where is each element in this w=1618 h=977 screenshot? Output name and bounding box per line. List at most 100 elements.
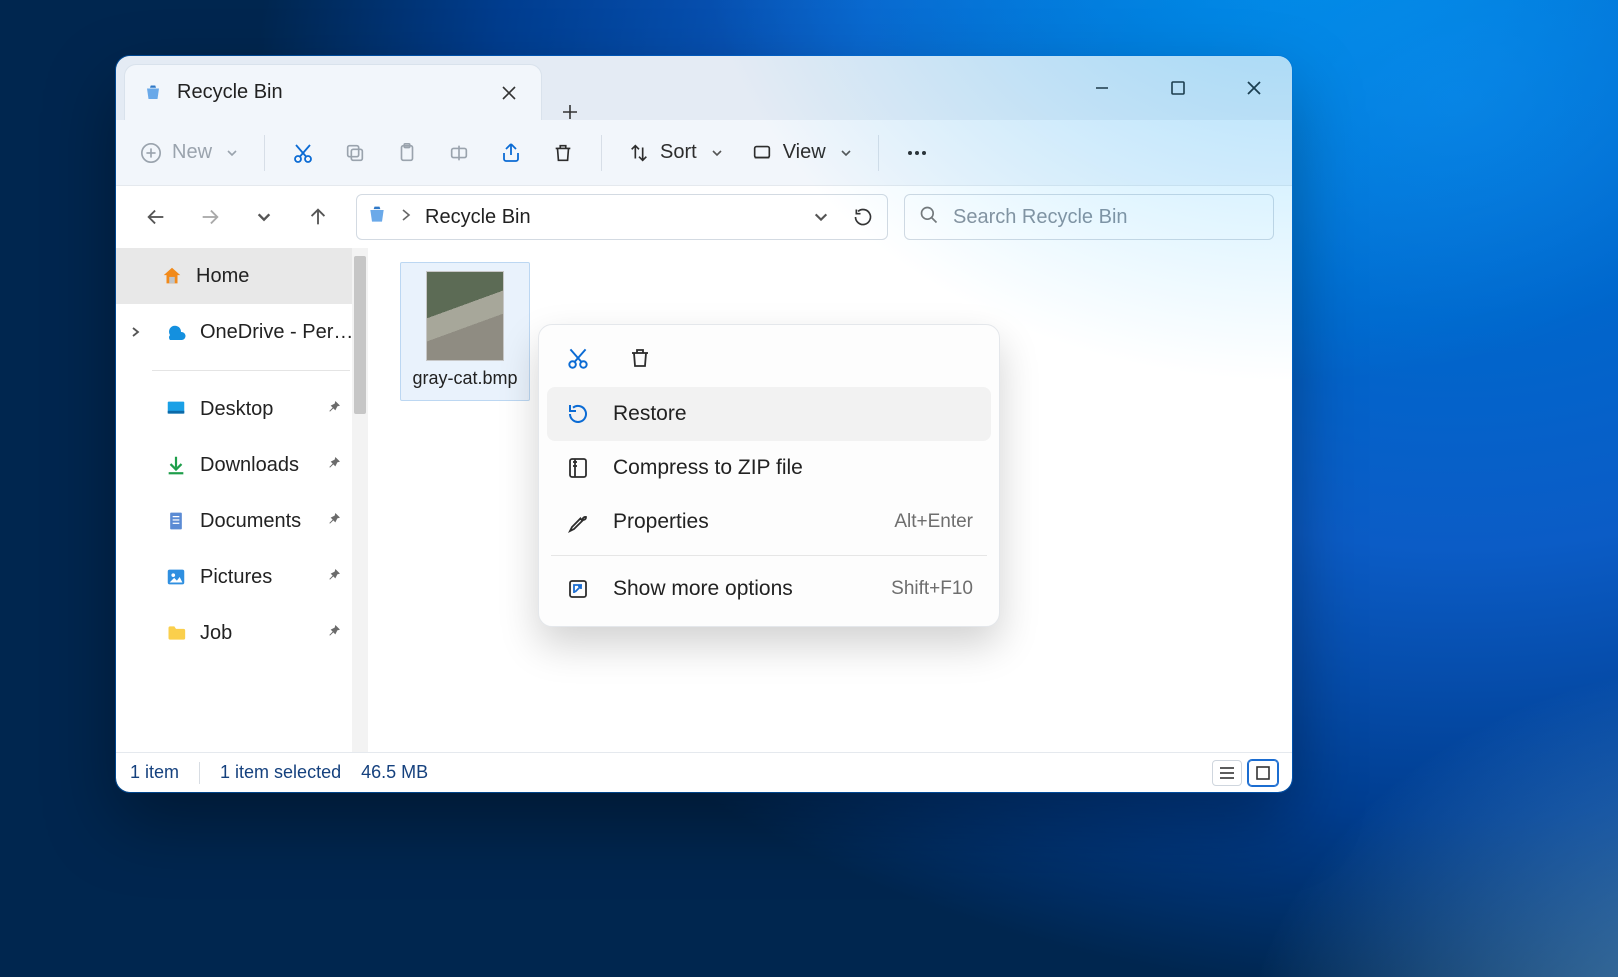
title-bar: Recycle Bin bbox=[116, 56, 1292, 120]
sidebar-item-job[interactable]: Job bbox=[116, 605, 368, 661]
sidebar-item-onedrive[interactable]: OneDrive - Personal bbox=[116, 304, 368, 360]
sidebar-item-label: Pictures bbox=[200, 566, 272, 589]
rename-button[interactable] bbox=[435, 131, 483, 175]
context-item-label: Properties bbox=[613, 510, 709, 534]
address-history-button[interactable] bbox=[807, 203, 835, 231]
file-explorer-window: Recycle Bin New bbox=[116, 56, 1292, 792]
context-item-properties[interactable]: Properties Alt+Enter bbox=[547, 495, 991, 549]
tab-recycle-bin[interactable]: Recycle Bin bbox=[124, 64, 542, 120]
pin-icon bbox=[326, 566, 342, 589]
details-view-button[interactable] bbox=[1212, 760, 1242, 786]
context-item-label: Restore bbox=[613, 402, 687, 426]
maximize-button[interactable] bbox=[1140, 56, 1216, 120]
recycle-bin-icon bbox=[143, 83, 163, 103]
address-location: Recycle Bin bbox=[425, 206, 793, 229]
new-tab-button[interactable] bbox=[542, 104, 598, 120]
tab-title: Recycle Bin bbox=[177, 81, 481, 104]
zip-icon bbox=[565, 455, 591, 481]
file-item-selected[interactable]: gray-cat.bmp bbox=[400, 262, 530, 401]
context-shortcut: Shift+F10 bbox=[891, 578, 973, 600]
downloads-icon bbox=[164, 453, 188, 477]
status-bar: 1 item 1 item selected 46.5 MB bbox=[116, 752, 1292, 792]
context-item-label: Compress to ZIP file bbox=[613, 456, 803, 480]
pictures-icon bbox=[164, 565, 188, 589]
search-box[interactable] bbox=[904, 194, 1274, 240]
copy-button[interactable] bbox=[331, 131, 379, 175]
recent-locations-button[interactable] bbox=[250, 203, 278, 231]
context-item-label: Show more options bbox=[613, 577, 793, 601]
navigation-row: Recycle Bin bbox=[116, 186, 1292, 248]
pin-icon bbox=[326, 510, 342, 533]
forward-button[interactable] bbox=[196, 203, 224, 231]
view-button[interactable]: View bbox=[739, 131, 864, 175]
sidebar-item-downloads[interactable]: Downloads bbox=[116, 437, 368, 493]
sidebar-item-label: Home bbox=[196, 265, 249, 288]
search-input[interactable] bbox=[953, 206, 1259, 229]
toolbar-separator bbox=[878, 135, 879, 171]
window-controls bbox=[1064, 56, 1292, 120]
chevron-right-icon[interactable] bbox=[130, 321, 142, 344]
share-button[interactable] bbox=[487, 131, 535, 175]
toolbar-separator bbox=[264, 135, 265, 171]
search-icon bbox=[919, 205, 939, 230]
more-options-icon bbox=[565, 576, 591, 602]
cut-button[interactable] bbox=[279, 131, 327, 175]
paste-button[interactable] bbox=[383, 131, 431, 175]
onedrive-icon bbox=[164, 320, 188, 344]
context-item-restore[interactable]: Restore bbox=[547, 387, 991, 441]
back-button[interactable] bbox=[142, 203, 170, 231]
restore-icon bbox=[565, 401, 591, 427]
refresh-button[interactable] bbox=[849, 203, 877, 231]
view-toggle-group bbox=[1212, 760, 1278, 786]
delete-button[interactable] bbox=[539, 131, 587, 175]
close-tab-button[interactable] bbox=[495, 79, 523, 107]
minimize-button[interactable] bbox=[1064, 56, 1140, 120]
home-icon bbox=[160, 264, 184, 288]
sidebar-item-desktop[interactable]: Desktop bbox=[116, 381, 368, 437]
pin-icon bbox=[326, 622, 342, 645]
sidebar-item-pictures[interactable]: Pictures bbox=[116, 549, 368, 605]
icons-view-button[interactable] bbox=[1248, 760, 1278, 786]
properties-icon bbox=[565, 509, 591, 535]
context-shortcut: Alt+Enter bbox=[894, 511, 973, 533]
address-bar[interactable]: Recycle Bin bbox=[356, 194, 888, 240]
sidebar-scrollthumb[interactable] bbox=[354, 256, 366, 414]
up-button[interactable] bbox=[304, 203, 332, 231]
sidebar-item-label: Documents bbox=[200, 510, 301, 533]
toolbar: New Sort View bbox=[116, 120, 1292, 186]
sidebar-item-label: Job bbox=[200, 622, 232, 645]
context-menu: Restore Compress to ZIP file Properties … bbox=[538, 324, 1000, 627]
sidebar-scrollbar[interactable] bbox=[352, 248, 368, 752]
more-options-button[interactable] bbox=[893, 131, 941, 175]
context-item-more-options[interactable]: Show more options Shift+F10 bbox=[547, 562, 991, 616]
sidebar-item-label: OneDrive - Personal bbox=[200, 321, 354, 344]
new-button[interactable]: New bbox=[128, 131, 250, 175]
recycle-bin-icon bbox=[367, 205, 387, 230]
sort-button[interactable]: Sort bbox=[616, 131, 735, 175]
sidebar-divider bbox=[152, 370, 350, 371]
context-delete-button[interactable] bbox=[623, 341, 657, 375]
sort-button-label: Sort bbox=[660, 141, 697, 164]
sidebar-item-documents[interactable]: Documents bbox=[116, 493, 368, 549]
file-name-label: gray-cat.bmp bbox=[405, 367, 525, 390]
status-size: 46.5 MB bbox=[361, 762, 428, 783]
sidebar-item-home[interactable]: Home bbox=[116, 248, 368, 304]
status-separator bbox=[199, 762, 200, 784]
context-item-compress[interactable]: Compress to ZIP file bbox=[547, 441, 991, 495]
new-button-label: New bbox=[172, 141, 212, 164]
context-cut-button[interactable] bbox=[561, 341, 595, 375]
documents-icon bbox=[164, 509, 188, 533]
pin-icon bbox=[326, 454, 342, 477]
breadcrumb-separator bbox=[401, 208, 411, 227]
desktop-icon bbox=[164, 397, 188, 421]
navigation-buttons bbox=[134, 203, 340, 231]
content-area[interactable]: gray-cat.bmp Restore bbox=[368, 248, 1292, 752]
sidebar-item-label: Downloads bbox=[200, 454, 299, 477]
view-button-label: View bbox=[783, 141, 826, 164]
window-body: Home OneDrive - Personal Desktop Downloa… bbox=[116, 248, 1292, 752]
context-menu-separator bbox=[551, 555, 987, 556]
status-item-count: 1 item bbox=[130, 762, 179, 783]
toolbar-separator bbox=[601, 135, 602, 171]
close-window-button[interactable] bbox=[1216, 56, 1292, 120]
context-menu-icon-row bbox=[547, 335, 991, 387]
